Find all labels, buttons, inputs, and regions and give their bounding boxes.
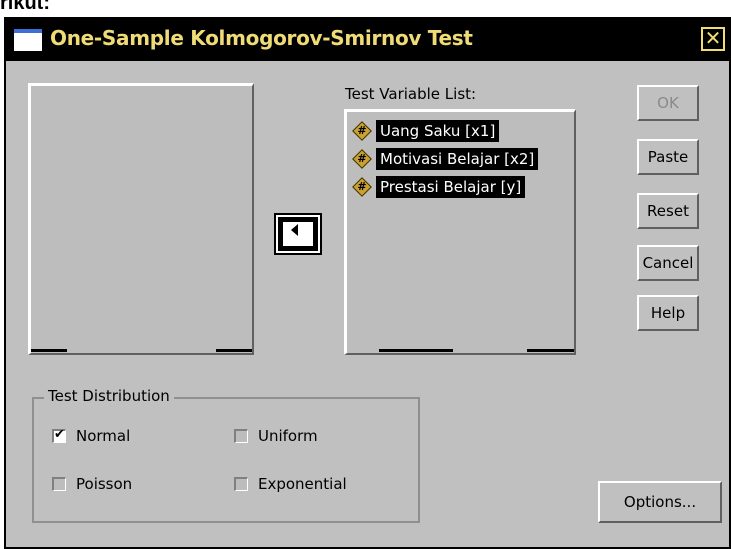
- help-button[interactable]: Help: [637, 295, 699, 331]
- list-item[interactable]: # Motivasi Belajar [x2]: [352, 146, 539, 172]
- move-variable-button[interactable]: [274, 213, 322, 255]
- options-button[interactable]: Options...: [598, 481, 722, 523]
- scale-variable-icon: #: [352, 177, 372, 197]
- dialog-window: One-Sample Kolmogorov-Smirnov Test ✕ Tes…: [4, 17, 731, 549]
- test-list-scrollbar[interactable]: [347, 347, 574, 353]
- test-variable-list-label: Test Variable List:: [345, 85, 477, 103]
- variable-label: Uang Saku [x1]: [376, 120, 500, 142]
- uniform-label: Uniform: [258, 427, 318, 445]
- source-list-scrollbar[interactable]: [31, 347, 252, 353]
- scale-variable-icon: #: [352, 121, 372, 141]
- checkbox-box[interactable]: [234, 477, 248, 491]
- list-item[interactable]: # Prestasi Belajar [y]: [352, 174, 526, 200]
- test-distribution-title: Test Distribution: [44, 387, 174, 405]
- checkmark-icon: ✔: [54, 427, 65, 442]
- reset-button[interactable]: Reset: [637, 193, 699, 229]
- variable-label: Motivasi Belajar [x2]: [376, 148, 539, 170]
- normal-label: Normal: [76, 427, 131, 445]
- test-variable-list[interactable]: # Uang Saku [x1] # Motivasi Belajar [x2]…: [344, 109, 576, 355]
- source-variable-list[interactable]: [28, 83, 254, 355]
- ok-button[interactable]: OK: [637, 85, 699, 121]
- arrow-left-icon: [291, 224, 298, 236]
- title-bar[interactable]: One-Sample Kolmogorov-Smirnov Test ✕: [6, 19, 729, 61]
- exponential-label: Exponential: [258, 475, 347, 493]
- normal-checkbox[interactable]: ✔ Normal: [52, 427, 130, 445]
- cancel-button[interactable]: Cancel: [637, 245, 699, 281]
- close-icon: ✕: [704, 26, 722, 50]
- background-page-text: rikut:: [0, 0, 50, 14]
- variable-label: Prestasi Belajar [y]: [376, 176, 526, 198]
- scale-variable-icon: #: [352, 149, 372, 169]
- checkbox-box[interactable]: ✔: [52, 427, 66, 443]
- list-item[interactable]: # Uang Saku [x1]: [352, 118, 500, 144]
- test-distribution-group: Test Distribution ✔ Normal Uniform Poiss…: [32, 387, 420, 523]
- checkbox-box[interactable]: [52, 477, 66, 491]
- paste-button[interactable]: Paste: [637, 139, 699, 175]
- dialog-title: One-Sample Kolmogorov-Smirnov Test: [50, 26, 473, 50]
- close-button[interactable]: ✕: [701, 27, 725, 51]
- uniform-checkbox[interactable]: Uniform: [234, 427, 318, 445]
- poisson-checkbox[interactable]: Poisson: [52, 475, 132, 493]
- exponential-checkbox[interactable]: Exponential: [234, 475, 347, 493]
- checkbox-box[interactable]: [234, 429, 248, 443]
- window-icon: [14, 29, 42, 51]
- poisson-label: Poisson: [76, 475, 133, 493]
